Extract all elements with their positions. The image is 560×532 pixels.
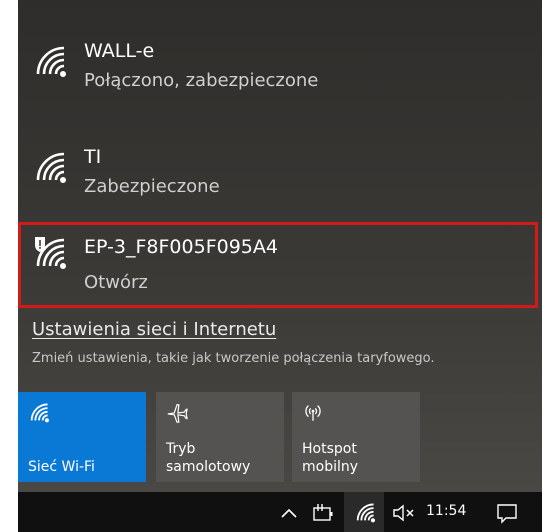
- wifi-icon: [32, 150, 68, 186]
- taskbar: 11:54: [18, 492, 542, 532]
- wifi-icon: [28, 402, 50, 424]
- wifi-icon: [32, 44, 68, 80]
- tile-label-line: Tryb: [166, 441, 196, 457]
- tile-label-line: mobilny: [302, 459, 359, 475]
- taskbar-wifi-button[interactable]: [344, 492, 384, 532]
- tile-label: Hotspot mobilny: [302, 440, 358, 476]
- volume-muted-icon[interactable]: [392, 502, 418, 524]
- tile-label-line: Hotspot: [302, 441, 357, 457]
- network-name: EP-3_F8F005F095A4: [84, 236, 278, 258]
- network-status: Zabezpieczone: [84, 176, 220, 197]
- hotspot-icon: [302, 402, 324, 424]
- wifi-quick-action-tile[interactable]: Sieć Wi-Fi: [18, 392, 146, 482]
- network-name: WALL-e: [84, 40, 155, 62]
- chevron-up-icon[interactable]: [280, 502, 298, 524]
- airplane-mode-tile[interactable]: Tryb samolotowy: [156, 392, 284, 482]
- wifi-open-warning-icon: [32, 236, 68, 272]
- network-item-wall-e[interactable]: WALL-e Połączono, zabezpieczone: [18, 30, 542, 128]
- network-status: Połączono, zabezpieczone: [84, 70, 319, 91]
- notification-icon[interactable]: [496, 502, 518, 524]
- battery-plug-icon[interactable]: [310, 502, 334, 524]
- tile-label: Sieć Wi-Fi: [28, 459, 95, 475]
- network-settings-description: Zmień ustawienia, takie jak tworzenie po…: [32, 351, 435, 366]
- airplane-icon: [166, 402, 188, 424]
- wifi-icon: [354, 502, 376, 524]
- network-settings-link[interactable]: Ustawienia sieci i Internetu: [32, 319, 276, 340]
- tile-label: Tryb samolotowy: [166, 440, 250, 476]
- tile-label-line: samolotowy: [166, 459, 251, 475]
- network-item-ep-3[interactable]: EP-3_F8F005F095A4 Otwórz: [18, 214, 542, 312]
- mobile-hotspot-tile[interactable]: Hotspot mobilny: [292, 392, 420, 482]
- clock[interactable]: 11:54: [426, 503, 466, 519]
- network-status: Otwórz: [84, 272, 148, 293]
- network-name: TI: [84, 146, 102, 168]
- network-flyout: WALL-e Połączono, zabezpieczone TI Zabez…: [18, 0, 542, 492]
